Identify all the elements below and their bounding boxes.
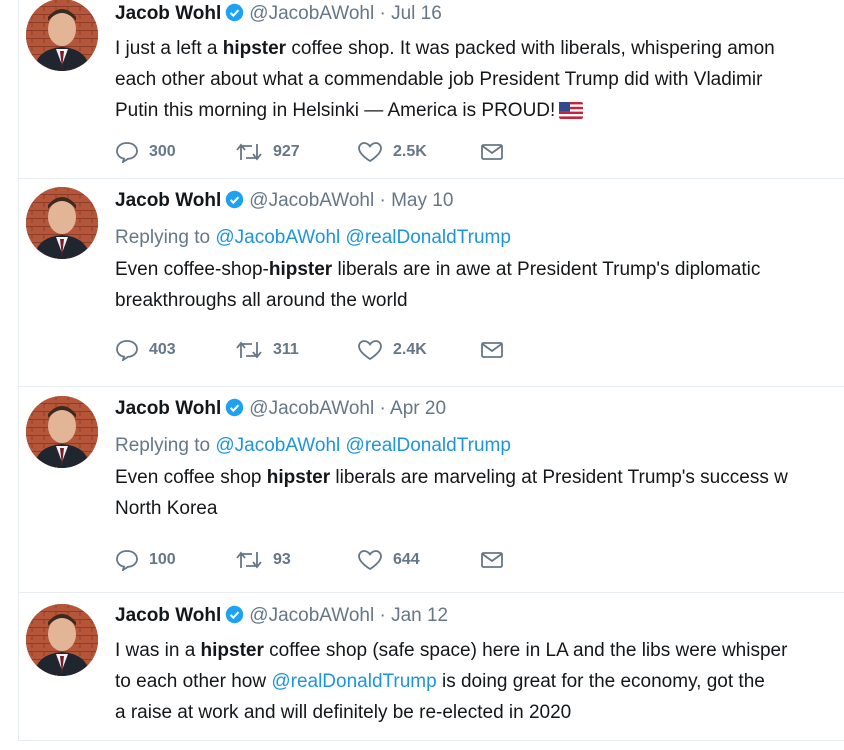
tweet-text: Even coffee-shop-hipster liberals are in… — [115, 254, 844, 316]
retweet-count: 927 — [273, 143, 300, 160]
like-count: 2.4K — [393, 341, 427, 358]
direct-message-icon — [480, 340, 504, 360]
replying-to: Replying to @JacobAWohl @realDonaldTrump — [115, 434, 844, 458]
like-count: 2.5K — [393, 143, 427, 160]
reply-count: 300 — [149, 143, 176, 160]
tweet-header: Jacob Wohl @JacobAWohl · Jan 12 — [115, 604, 844, 631]
tweet-timeline: Jacob Wohl @JacobAWohl · Jul 16 I just a … — [18, 0, 844, 741]
author-name[interactable]: Jacob Wohl — [115, 398, 221, 419]
tweet-text-line: Even coffee-shop-hipster liberals are in… — [115, 259, 761, 280]
tweet-text: I was in a hipster coffee shop (safe spa… — [115, 635, 844, 728]
author-name[interactable]: Jacob Wohl — [115, 3, 221, 24]
tweet-header: Jacob Wohl @JacobAWohl · May 10 — [115, 189, 844, 216]
author-handle[interactable]: @JacobAWohl — [249, 398, 374, 419]
mention-link[interactable]: @realDonaldTrump — [346, 435, 511, 456]
mention-link[interactable]: @JacobAWohl — [215, 435, 340, 456]
tweet[interactable]: Jacob Wohl @JacobAWohl · Jan 12 I was in … — [19, 592, 844, 740]
like-icon — [357, 549, 383, 571]
tweet-date[interactable]: Apr 20 — [390, 398, 446, 419]
direct-message-button[interactable] — [480, 142, 504, 162]
tweet-text-line: I was in a hipster coffee shop (safe spa… — [115, 640, 788, 661]
retweet-icon — [235, 549, 263, 571]
author-handle[interactable]: @JacobAWohl — [249, 3, 374, 24]
tweet-text-line: each other about what a commendable job … — [115, 69, 763, 90]
mention-link[interactable]: @realDonaldTrump — [271, 671, 436, 692]
direct-message-icon — [480, 142, 504, 162]
like-icon — [357, 141, 383, 163]
separator: · — [379, 398, 386, 419]
author-handle[interactable]: @JacobAWohl — [249, 190, 374, 211]
retweet-button[interactable]: 927 — [235, 141, 357, 163]
replying-to: Replying to @JacobAWohl @realDonaldTrump — [115, 226, 844, 250]
reply-count: 100 — [149, 551, 176, 568]
direct-message-button[interactable] — [480, 550, 504, 570]
avatar[interactable] — [26, 187, 98, 259]
tweet-text-line: a raise at work and will definitely be r… — [115, 702, 572, 723]
retweet-icon — [235, 141, 263, 163]
author-handle[interactable]: @JacobAWohl — [249, 605, 374, 626]
retweet-count: 311 — [273, 341, 299, 358]
author-name[interactable]: Jacob Wohl — [115, 190, 221, 211]
tweet-text: I just a left a hipster coffee shop. It … — [115, 33, 844, 129]
tweet-date[interactable]: May 10 — [391, 190, 453, 211]
author-name[interactable]: Jacob Wohl — [115, 605, 221, 626]
separator: · — [379, 190, 386, 211]
like-button[interactable]: 2.4K — [357, 339, 480, 361]
tweet-date[interactable]: Jul 16 — [391, 3, 442, 24]
verified-badge-icon — [225, 190, 244, 216]
tweet-text-line: North Korea — [115, 498, 218, 519]
tweet[interactable]: Jacob Wohl @JacobAWohl · Apr 20 Replying … — [19, 386, 844, 593]
replying-to-label: Replying to — [115, 227, 211, 248]
reply-button[interactable]: 300 — [115, 141, 235, 163]
reply-icon — [115, 549, 139, 571]
mention-link[interactable]: @JacobAWohl — [215, 227, 340, 248]
tweet-actions: 300 927 2.5K — [115, 138, 504, 166]
avatar[interactable] — [26, 0, 98, 71]
separator: · — [379, 605, 386, 626]
verified-badge-icon — [225, 398, 244, 424]
tweet[interactable]: Jacob Wohl @JacobAWohl · May 10 Replying … — [19, 178, 844, 387]
like-count: 644 — [393, 551, 420, 568]
tweet-actions: 403 311 2.4K — [115, 336, 504, 364]
like-button[interactable]: 2.5K — [357, 141, 480, 163]
avatar[interactable] — [26, 396, 98, 468]
verified-badge-icon — [225, 605, 244, 631]
tweet-header: Jacob Wohl @JacobAWohl · Jul 16 — [115, 2, 844, 29]
avatar[interactable] — [26, 604, 98, 676]
direct-message-icon — [480, 550, 504, 570]
reply-count: 403 — [149, 341, 176, 358]
separator: · — [379, 3, 386, 24]
tweet-actions: 100 93 644 — [115, 546, 504, 574]
tweet-text-line: breakthroughs all around the world — [115, 290, 408, 311]
tweet-text-line: to each other how @realDonaldTrump is do… — [115, 671, 765, 692]
retweet-icon — [235, 339, 263, 361]
reply-button[interactable]: 403 — [115, 339, 235, 361]
like-icon — [357, 339, 383, 361]
tweet-text-line: Even coffee shop hipster liberals are ma… — [115, 467, 788, 488]
tweet-date[interactable]: Jan 12 — [391, 605, 448, 626]
verified-badge-icon — [225, 3, 244, 29]
direct-message-button[interactable] — [480, 340, 504, 360]
retweet-button[interactable]: 311 — [235, 339, 357, 361]
tweet[interactable]: Jacob Wohl @JacobAWohl · Jul 16 I just a … — [19, 0, 844, 179]
tweet-text: Even coffee shop hipster liberals are ma… — [115, 462, 844, 524]
tweet-text-line: I just a left a hipster coffee shop. It … — [115, 38, 775, 59]
us-flag-emoji-icon — [559, 98, 584, 129]
replying-to-label: Replying to — [115, 435, 211, 456]
retweet-button[interactable]: 93 — [235, 549, 357, 571]
tweet-text-line: Putin this morning in Helsinki — America… — [115, 95, 844, 129]
mention-link[interactable]: @realDonaldTrump — [346, 227, 511, 248]
reply-icon — [115, 141, 139, 163]
tweet-header: Jacob Wohl @JacobAWohl · Apr 20 — [115, 397, 844, 424]
retweet-count: 93 — [273, 551, 291, 568]
reply-icon — [115, 339, 139, 361]
reply-button[interactable]: 100 — [115, 549, 235, 571]
like-button[interactable]: 644 — [357, 549, 480, 571]
